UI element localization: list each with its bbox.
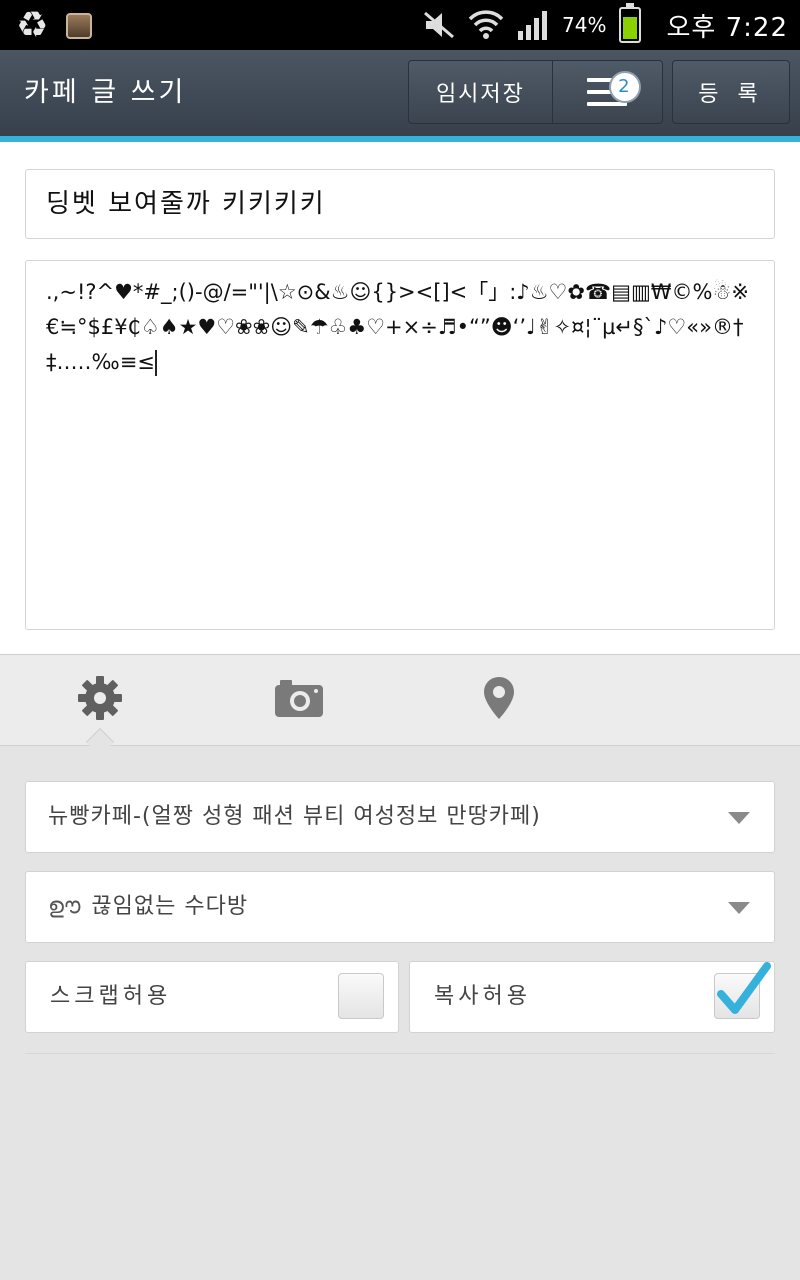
editor-area: 딩벳 보여줄까 키키키키 .,~!?^♥*#_;()-@/="'|\☆⊙&♨☺{…	[0, 142, 800, 654]
tab-location[interactable]	[471, 675, 527, 725]
mute-icon	[422, 10, 456, 40]
chevron-down-icon	[728, 812, 750, 824]
checkmark-icon	[717, 962, 771, 1014]
allow-copy-label: 복사허용	[434, 984, 531, 1009]
drafts-count-badge: 2	[608, 71, 641, 103]
board-select[interactable]: ഊ 끊임없는 수다방	[25, 871, 775, 943]
battery-percent: 74%	[562, 13, 607, 37]
temp-save-button[interactable]: 임시저장	[409, 61, 553, 123]
tab-camera[interactable]	[271, 675, 327, 725]
divider	[25, 1053, 775, 1054]
body-text: .,~!?^♥*#_;()-@/="'|\☆⊙&♨☺{}><[]<「」:♪♨♡✿…	[46, 280, 749, 374]
allow-scrap-checkbox[interactable]	[338, 973, 384, 1019]
allow-scrap-toggle[interactable]: 스크랩허용	[25, 961, 399, 1033]
recycle-icon: ♻	[16, 5, 49, 46]
location-pin-icon	[482, 676, 516, 724]
board-swirl-icon: ഊ	[48, 894, 82, 919]
allow-scrap-label: 스크랩허용	[50, 984, 172, 1009]
status-bar: ♻ 74% 오후 7:22	[0, 0, 800, 50]
body-textarea[interactable]: .,~!?^♥*#_;()-@/="'|\☆⊙&♨☺{}><[]<「」:♪♨♡✿…	[25, 260, 775, 630]
signal-icon	[516, 9, 550, 41]
action-bar: 카페 글 쓰기 임시저장 2 등 록	[0, 50, 800, 142]
button-group: 임시저장 2	[408, 60, 663, 124]
allow-copy-checkbox[interactable]	[714, 962, 771, 1019]
attachment-tab-bar	[0, 654, 800, 746]
battery-icon	[618, 3, 641, 43]
text-cursor	[154, 350, 157, 376]
cafe-select[interactable]: 뉴빵카페-(얼짱 성형 패션 뷰티 여성정보 만땅카페)	[25, 781, 775, 853]
allow-copy-toggle[interactable]: 복사허용	[409, 961, 775, 1033]
title-input[interactable]: 딩벳 보여줄까 키키키키	[25, 169, 775, 239]
board-select-value: 끊임없는 수다방	[91, 894, 249, 919]
gear-icon	[77, 675, 123, 725]
wifi-icon	[468, 8, 504, 42]
register-button[interactable]: 등 록	[672, 60, 790, 124]
page-title: 카페 글 쓰기	[24, 77, 187, 108]
clock: 오후 7:22	[666, 12, 788, 43]
app-thumbnail-icon	[66, 13, 93, 39]
drafts-list-button[interactable]: 2	[553, 61, 662, 123]
cafe-select-value: 뉴빵카페-(얼짱 성형 패션 뷰티 여성정보 만땅카페)	[48, 804, 541, 829]
tab-settings[interactable]	[72, 675, 128, 725]
camera-icon	[274, 678, 324, 722]
chevron-down-icon	[728, 902, 750, 914]
